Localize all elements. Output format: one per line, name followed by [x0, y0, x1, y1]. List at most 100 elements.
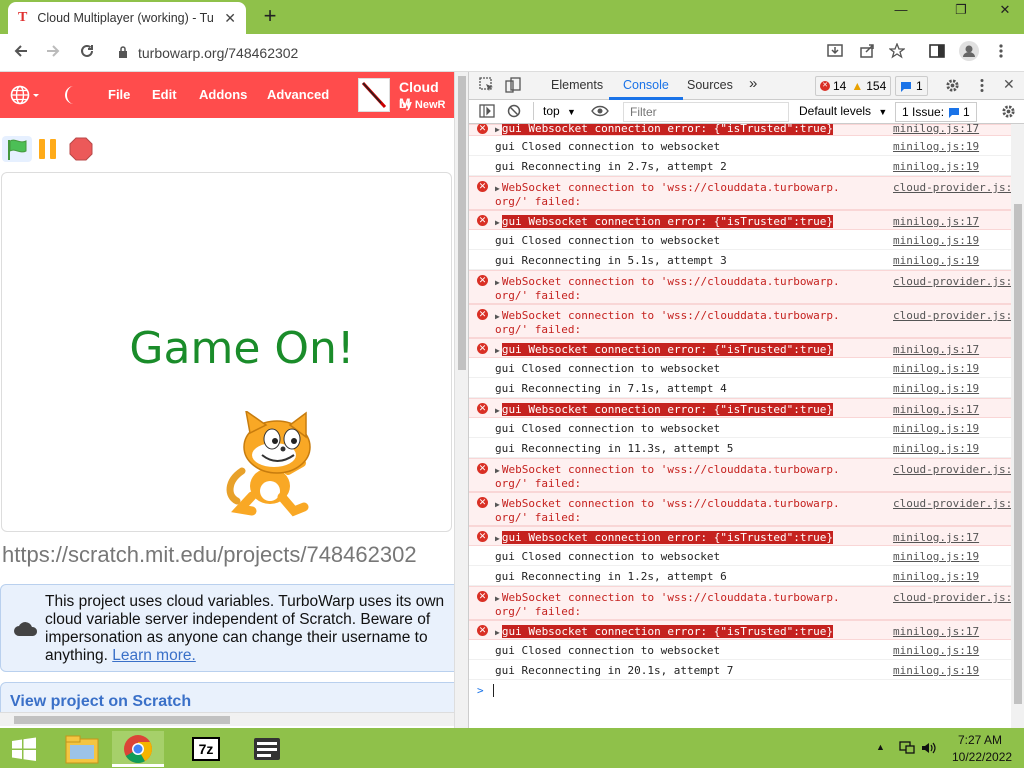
tab-close-icon[interactable]: ✕ — [224, 10, 236, 27]
console-message[interactable]: ▶ gui Websocket connection error: {"isTru… — [495, 124, 833, 135]
source-link[interactable]: minilog.js:19 — [893, 664, 979, 677]
error-warning-counter[interactable]: ✕ 14 ▲ 154 — [815, 76, 892, 96]
expand-triangle-icon[interactable]: ▶ — [495, 125, 500, 134]
console-message[interactable]: ▶ WebSocket connection to 'wss://clouddat… — [495, 591, 840, 604]
close-devtools-icon[interactable]: ✕ — [1003, 76, 1015, 93]
live-expression-eye-icon[interactable] — [591, 104, 609, 121]
console-scroll-thumb[interactable] — [1014, 204, 1022, 704]
console-error-row[interactable]: ✕ ▶ WebSocket connection to 'wss://cloudda… — [469, 270, 1011, 304]
console-message[interactable]: ▶ WebSocket connection to 'wss://clouddat… — [495, 275, 840, 288]
console-error-row[interactable]: ✕ ▶ gui Websocket connection error: {"isTr… — [469, 620, 1011, 640]
expand-triangle-icon[interactable]: ▶ — [495, 312, 500, 321]
console-message[interactable]: ▶ gui Websocket connection error: {"isTru… — [495, 403, 833, 416]
source-link[interactable]: minilog.js:19 — [893, 382, 979, 395]
source-link[interactable]: minilog.js:19 — [893, 234, 979, 247]
close-window-button[interactable]: ✕ — [986, 0, 1024, 22]
start-button[interactable] — [0, 731, 48, 767]
inspect-element-icon[interactable] — [479, 77, 495, 96]
minimize-button[interactable]: — — [884, 0, 918, 22]
more-tabs-icon[interactable]: » — [749, 75, 757, 92]
console-log-row[interactable]: gui Reconnecting in 5.1s, attempt 3 minil… — [469, 250, 1011, 270]
console-log-row[interactable]: gui Closed connection to websocket minilo… — [469, 418, 1011, 438]
profile-avatar-icon[interactable] — [956, 41, 982, 65]
console-settings-gear-icon[interactable] — [1001, 104, 1016, 122]
devtools-menu-icon[interactable] — [975, 78, 989, 96]
console-message[interactable]: ▶ WebSocket connection to 'wss://clouddat… — [495, 181, 840, 194]
page-vertical-scroll-thumb[interactable] — [458, 76, 466, 370]
forward-button[interactable] — [40, 41, 66, 65]
source-link[interactable]: minilog.js:17 — [893, 625, 979, 638]
source-link[interactable]: minilog.js:19 — [893, 570, 979, 583]
source-link[interactable]: minilog.js:17 — [893, 343, 979, 356]
console-error-row[interactable]: ✕ ▶ WebSocket connection to 'wss://cloudda… — [469, 458, 1011, 492]
source-link[interactable]: minilog.js:19 — [893, 422, 979, 435]
console-log-row[interactable]: gui Closed connection to websocket minilo… — [469, 136, 1011, 156]
green-flag-button[interactable] — [2, 136, 32, 162]
messages-counter[interactable]: 1 — [895, 76, 928, 96]
chrome-taskbar[interactable] — [112, 731, 164, 767]
horizontal-scroll-thumb[interactable] — [14, 716, 230, 724]
console-message[interactable]: ▶ gui Websocket connection error: {"isTru… — [495, 531, 833, 544]
source-link[interactable]: minilog.js:19 — [893, 160, 979, 173]
menu-advanced[interactable]: Advanced — [267, 87, 329, 102]
console-message[interactable]: ▶ WebSocket connection to 'wss://clouddat… — [495, 463, 840, 476]
page-vertical-scrollbar[interactable] — [454, 72, 468, 728]
console-filter-input[interactable] — [623, 102, 789, 122]
menu-addons[interactable]: Addons — [199, 87, 247, 102]
restore-button[interactable]: ❐ — [944, 0, 978, 22]
console-output[interactable]: ✕ ▶ gui Websocket connection error: {"isTr… — [469, 124, 1011, 728]
page-horizontal-scrollbar[interactable] — [0, 712, 454, 726]
7zip-taskbar[interactable]: 7z — [180, 731, 232, 767]
source-link[interactable]: minilog.js:17 — [893, 124, 979, 135]
expand-triangle-icon[interactable]: ▶ — [495, 594, 500, 603]
clear-console-icon[interactable] — [507, 104, 521, 121]
tab-console[interactable]: Console — [623, 78, 669, 92]
volume-icon[interactable] — [920, 740, 938, 756]
source-link[interactable]: cloud-provider.js:54 — [893, 275, 1011, 288]
clock-time[interactable]: 7:27 AM — [958, 733, 1002, 747]
bookmark-star-icon[interactable] — [884, 41, 910, 65]
tab-elements[interactable]: Elements — [551, 78, 603, 92]
reload-button[interactable] — [74, 41, 100, 65]
tab-sources[interactable]: Sources — [687, 78, 733, 92]
expand-triangle-icon[interactable]: ▶ — [495, 218, 500, 227]
console-error-row[interactable]: ✕ ▶ WebSocket connection to 'wss://cloudda… — [469, 176, 1011, 210]
source-link[interactable]: minilog.js:19 — [893, 140, 979, 153]
install-app-icon[interactable] — [822, 41, 848, 65]
learn-more-link[interactable]: Learn more. — [112, 647, 196, 664]
issues-button[interactable]: 1 Issue: 1 — [895, 102, 977, 122]
clock-date[interactable]: 10/22/2022 — [952, 750, 1012, 764]
pause-button[interactable] — [36, 136, 62, 162]
console-message[interactable]: ▶ gui Websocket connection error: {"isTru… — [495, 625, 833, 638]
expand-triangle-icon[interactable]: ▶ — [495, 500, 500, 509]
console-error-row[interactable]: ✕ ▶ gui Websocket connection error: {"isTr… — [469, 338, 1011, 358]
expand-triangle-icon[interactable]: ▶ — [495, 184, 500, 193]
side-panel-icon[interactable] — [924, 41, 950, 65]
source-link[interactable]: minilog.js:17 — [893, 403, 979, 416]
address-bar[interactable]: turbowarp.org/748462302 — [110, 38, 810, 68]
device-toolbar-icon[interactable] — [505, 77, 521, 96]
app-taskbar[interactable] — [240, 731, 292, 767]
console-error-row[interactable]: ✕ ▶ gui Websocket connection error: {"isTr… — [469, 398, 1011, 418]
sidebar-toggle-icon[interactable] — [479, 104, 495, 121]
context-selector[interactable]: top ▼ — [543, 104, 576, 118]
source-link[interactable]: cloud-provider.js:54 — [893, 463, 1011, 476]
source-link[interactable]: minilog.js:17 — [893, 531, 979, 544]
console-log-row[interactable]: gui Reconnecting in 11.3s, attempt 5 mini… — [469, 438, 1011, 458]
expand-triangle-icon[interactable]: ▶ — [495, 628, 500, 637]
source-link[interactable]: minilog.js:19 — [893, 442, 979, 455]
console-log-row[interactable]: gui Reconnecting in 1.2s, attempt 6 minil… — [469, 566, 1011, 586]
browser-tab[interactable]: T Cloud Multiplayer (working) - Tu ✕ — [8, 2, 246, 34]
source-link[interactable]: minilog.js:19 — [893, 254, 979, 267]
expand-triangle-icon[interactable]: ▶ — [495, 466, 500, 475]
network-icon[interactable] — [898, 740, 916, 756]
console-message[interactable]: ▶ WebSocket connection to 'wss://clouddat… — [495, 309, 840, 322]
theme-moon-icon[interactable] — [64, 84, 84, 109]
stop-button[interactable] — [68, 136, 94, 162]
source-link[interactable]: cloud-provider.js:54 — [893, 181, 1011, 194]
project-stage[interactable]: Game On! — [1, 172, 452, 532]
console-message[interactable]: ▶ gui Websocket connection error: {"isTru… — [495, 215, 833, 228]
file-explorer-taskbar[interactable] — [56, 731, 108, 767]
source-link[interactable]: minilog.js:17 — [893, 215, 979, 228]
console-log-row[interactable]: gui Reconnecting in 7.1s, attempt 4 minil… — [469, 378, 1011, 398]
